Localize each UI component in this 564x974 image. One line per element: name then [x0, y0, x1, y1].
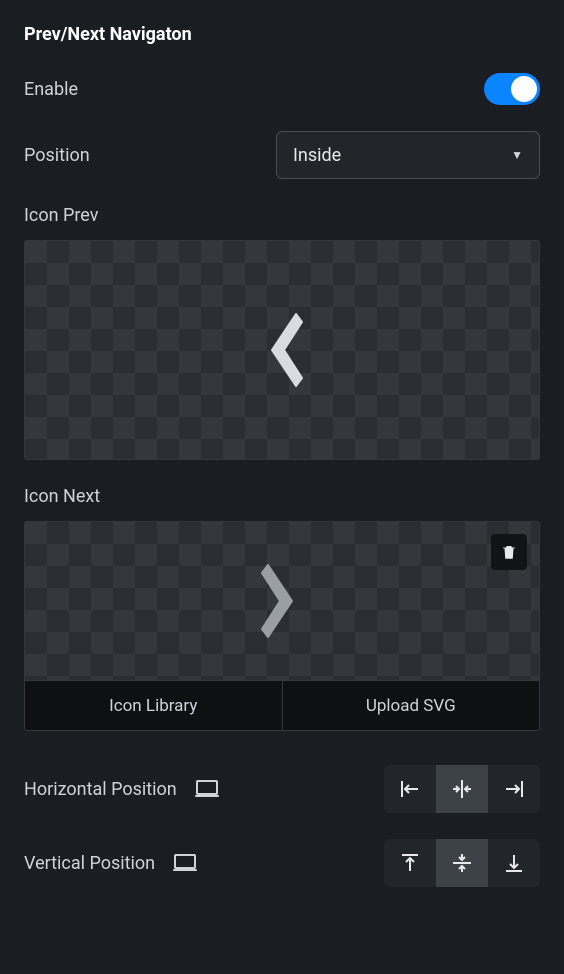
enable-toggle[interactable] — [484, 73, 540, 105]
horizontal-position-label: Horizontal Position — [24, 779, 177, 800]
position-value: Inside — [293, 145, 341, 166]
vertical-position-row: Vertical Position — [24, 839, 540, 887]
chevron-left-icon — [258, 310, 306, 390]
delete-icon-button[interactable] — [491, 534, 527, 570]
chevron-down-icon: ▼ — [511, 148, 523, 162]
icon-library-button[interactable]: Icon Library — [25, 681, 283, 730]
align-center-icon — [450, 777, 474, 801]
position-select[interactable]: Inside ▼ — [276, 131, 540, 179]
align-top-button[interactable] — [384, 839, 436, 887]
align-bottom-button[interactable] — [488, 839, 540, 887]
icon-next-actions: Icon Library Upload SVG — [25, 680, 539, 730]
vertical-position-segment — [384, 839, 540, 887]
align-left-icon — [398, 777, 422, 801]
icon-next-label: Icon Next — [24, 486, 540, 507]
align-right-button[interactable] — [488, 765, 540, 813]
position-label: Position — [24, 145, 90, 166]
enable-label: Enable — [24, 79, 78, 100]
align-top-icon — [398, 851, 422, 875]
position-row: Position Inside ▼ — [24, 131, 540, 179]
icon-prev-preview — [25, 241, 539, 459]
icon-prev-box[interactable] — [24, 240, 540, 460]
chevron-right-icon — [258, 561, 306, 641]
horizontal-position-row: Horizontal Position — [24, 765, 540, 813]
align-left-button[interactable] — [384, 765, 436, 813]
align-center-button[interactable] — [436, 765, 488, 813]
toggle-knob — [511, 76, 537, 102]
horizontal-position-segment — [384, 765, 540, 813]
icon-next-preview[interactable] — [25, 522, 539, 680]
upload-svg-button[interactable]: Upload SVG — [283, 681, 540, 730]
icon-prev-label: Icon Prev — [24, 205, 540, 226]
trash-icon — [500, 542, 518, 562]
align-middle-button[interactable] — [436, 839, 488, 887]
align-bottom-icon — [502, 851, 526, 875]
vertical-position-label: Vertical Position — [24, 853, 155, 874]
responsive-icon[interactable] — [195, 780, 219, 798]
section-title: Prev/Next Navigaton — [24, 24, 540, 45]
enable-row: Enable — [24, 73, 540, 105]
responsive-icon[interactable] — [173, 854, 197, 872]
icon-next-box: Icon Library Upload SVG — [24, 521, 540, 731]
align-middle-icon — [450, 851, 474, 875]
align-right-icon — [502, 777, 526, 801]
